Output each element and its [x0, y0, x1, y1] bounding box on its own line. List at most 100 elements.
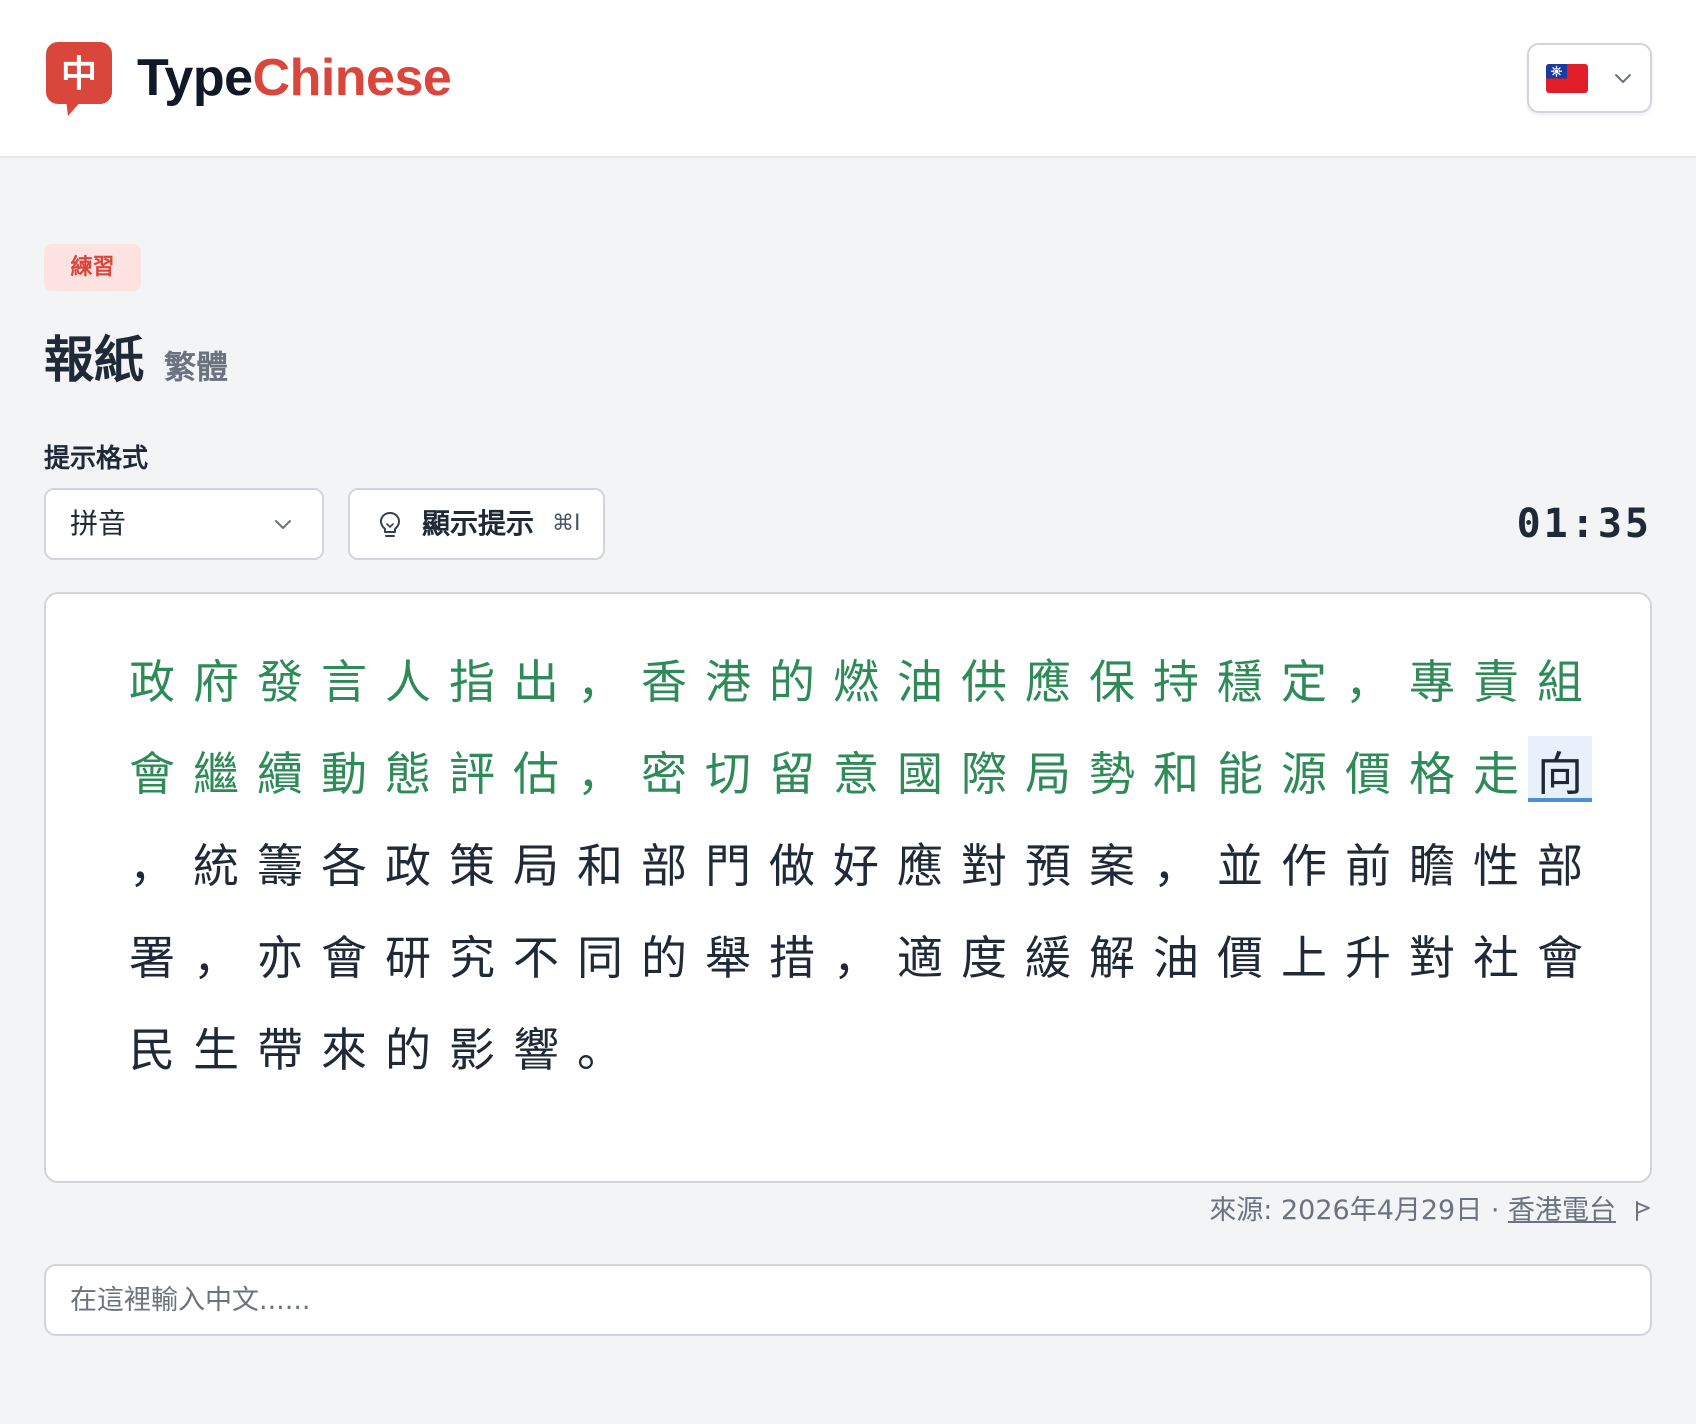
passage-character: 能: [1217, 747, 1263, 801]
passage-character: 油: [1153, 931, 1199, 985]
passage-character: 香: [641, 655, 687, 709]
passage-character: ，: [577, 655, 623, 709]
language-selector[interactable]: [1527, 43, 1652, 113]
passage-character: 不: [513, 931, 559, 985]
passage-character: 統: [193, 839, 239, 893]
passage-character: 響: [513, 1023, 559, 1077]
passage-character: ，: [833, 931, 879, 985]
passage-character: 解: [1089, 931, 1135, 985]
passage-character: 究: [449, 931, 495, 985]
passage-character: 會: [1537, 931, 1583, 985]
passage-character: 價: [1217, 931, 1263, 985]
passage-character: 動: [321, 747, 367, 801]
passage-character: 續: [257, 747, 303, 801]
passage-character: 價: [1345, 747, 1391, 801]
passage-character: 評: [449, 747, 495, 801]
passage-character: 估: [513, 747, 559, 801]
passage-character: 局: [1025, 747, 1071, 801]
source-link[interactable]: 香港電台: [1508, 1195, 1616, 1226]
app-name-part2: Chinese: [252, 49, 452, 107]
passage-character: 言: [321, 655, 367, 709]
passage-character: 保: [1089, 655, 1135, 709]
chinese-input[interactable]: [44, 1264, 1652, 1336]
passage-character: 府: [193, 655, 239, 709]
show-hint-shortcut: ⌘I: [552, 511, 581, 536]
passage-character: 署: [129, 931, 175, 985]
passage-character: 案: [1089, 839, 1135, 893]
passage-character: 對: [961, 839, 1007, 893]
passage-character: 性: [1473, 839, 1519, 893]
timer: 01:35: [1516, 501, 1652, 547]
passage-character: 責: [1473, 655, 1519, 709]
hint-format-label: 提示格式: [44, 444, 149, 474]
passage-character: ，: [1153, 839, 1199, 893]
passage-character: 應: [897, 839, 943, 893]
passage-character: 組: [1537, 655, 1583, 709]
passage-character: 好: [833, 839, 879, 893]
passage-character: 勢: [1089, 747, 1135, 801]
passage-character: 研: [385, 931, 431, 985]
passage-character: 影: [449, 1023, 495, 1077]
passage-character: 適: [897, 931, 943, 985]
passage-character: 升: [1345, 931, 1391, 985]
passage-character: 亦: [257, 931, 303, 985]
hint-format-select[interactable]: 拼音: [44, 488, 324, 560]
show-hint-button[interactable]: 顯示提示 ⌘I: [348, 488, 605, 560]
passage-character: 瞻: [1409, 839, 1455, 893]
passage-character: 社: [1473, 931, 1519, 985]
passage-character: 發: [257, 655, 303, 709]
report-flag-icon[interactable]: [1634, 1200, 1652, 1222]
passage-character: 做: [769, 839, 815, 893]
passage-character: 的: [385, 1023, 431, 1077]
passage-character: 走: [1473, 747, 1519, 801]
passage-character: 和: [1153, 747, 1199, 801]
passage-text: 政府發言人指出，香港的燃油供應保持穩定，專責組會繼續動態評估，密切留意國際局勢和…: [120, 636, 1620, 1096]
passage-character: 預: [1025, 839, 1071, 893]
lightbulb-icon: [380, 512, 400, 537]
logo-icon[interactable]: 中: [46, 42, 112, 116]
passage-character: 的: [769, 655, 815, 709]
practice-badge: 練習: [44, 244, 141, 291]
passage-character: 國: [897, 747, 943, 801]
app-name[interactable]: TypeChinese: [137, 46, 452, 110]
chevron-down-icon: [275, 520, 291, 529]
passage-character: 會: [321, 931, 367, 985]
passage-character: 上: [1281, 931, 1327, 985]
passage-character: 際: [961, 747, 1007, 801]
passage-character: 意: [833, 747, 879, 801]
passage-character: 源: [1281, 747, 1327, 801]
passage-character: 部: [641, 839, 687, 893]
passage-character: 並: [1217, 839, 1263, 893]
page-title: 報紙: [44, 331, 144, 389]
passage-character: 緩: [1025, 931, 1071, 985]
passage-character: 生: [193, 1023, 239, 1077]
top-header: 中 TypeChinese: [0, 0, 1696, 158]
passage-character: 籌: [257, 839, 303, 893]
passage-character: 各: [321, 839, 367, 893]
chevron-down-icon: [1615, 74, 1631, 83]
passage-character: 政: [129, 655, 175, 709]
passage-character: 局: [513, 839, 559, 893]
passage-character: 繼: [193, 747, 239, 801]
passage-character: 定: [1281, 655, 1327, 709]
passage-character: 燃: [833, 655, 879, 709]
passage-character: 度: [961, 931, 1007, 985]
passage-panel: 政府發言人指出，香港的燃油供應保持穩定，專責組會繼續動態評估，密切留意國際局勢和…: [44, 592, 1652, 1183]
passage-character: 持: [1153, 655, 1199, 709]
passage-character: 的: [641, 931, 687, 985]
passage-character: 應: [1025, 655, 1071, 709]
passage-character: 人: [385, 655, 431, 709]
passage-character: 切: [705, 747, 751, 801]
show-hint-label: 顯示提示: [422, 507, 535, 540]
hint-format-value: 拼音: [70, 507, 127, 540]
passage-character: 油: [897, 655, 943, 709]
passage-character: ，: [577, 747, 623, 801]
passage-character: 格: [1409, 747, 1455, 801]
passage-character: 策: [449, 839, 495, 893]
script-label: 繁體: [164, 348, 229, 386]
taiwan-flag-icon: [1546, 64, 1588, 93]
app-name-part1: Type: [137, 49, 253, 107]
passage-character: 措: [769, 931, 815, 985]
logo-glyph: 中: [61, 54, 97, 95]
passage-character: 港: [705, 655, 751, 709]
